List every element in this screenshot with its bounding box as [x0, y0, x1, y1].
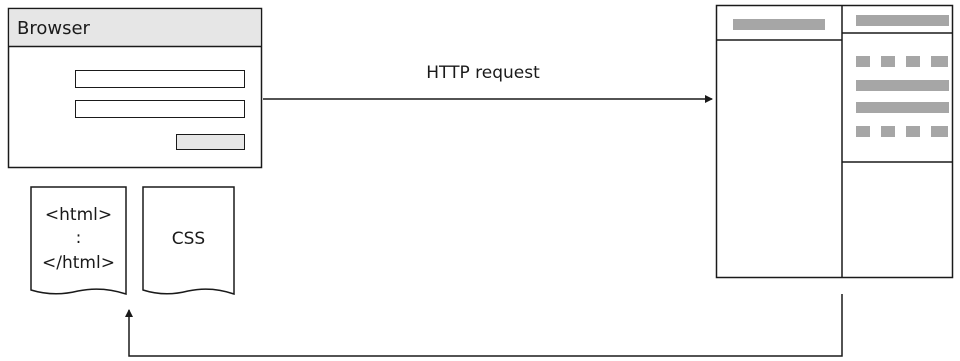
header-placeholder	[856, 15, 949, 26]
html-close-tag: </html>	[42, 253, 115, 273]
text-field-2[interactable]	[75, 100, 245, 118]
html-open-tag: <html>	[45, 205, 112, 225]
browser-title: Browser	[17, 18, 91, 39]
submit-button[interactable]	[176, 134, 245, 150]
web-request-diagram: Browser <html> : </html> CSS HTTP reques…	[7, 4, 954, 357]
nav-placeholder	[733, 19, 825, 30]
server-page	[715, 4, 954, 279]
css-document: CSS	[142, 186, 235, 296]
html-document: <html> : </html>	[30, 186, 127, 296]
html-ellipsis: :	[76, 228, 82, 248]
http-response-arrow	[125, 294, 843, 357]
css-label: CSS	[172, 229, 205, 249]
http-request-label: HTTP request	[426, 63, 540, 83]
content-line-2	[856, 102, 949, 113]
browser-window: Browser	[7, 7, 263, 169]
content-line-1	[856, 80, 949, 91]
text-field-1[interactable]	[75, 70, 245, 88]
